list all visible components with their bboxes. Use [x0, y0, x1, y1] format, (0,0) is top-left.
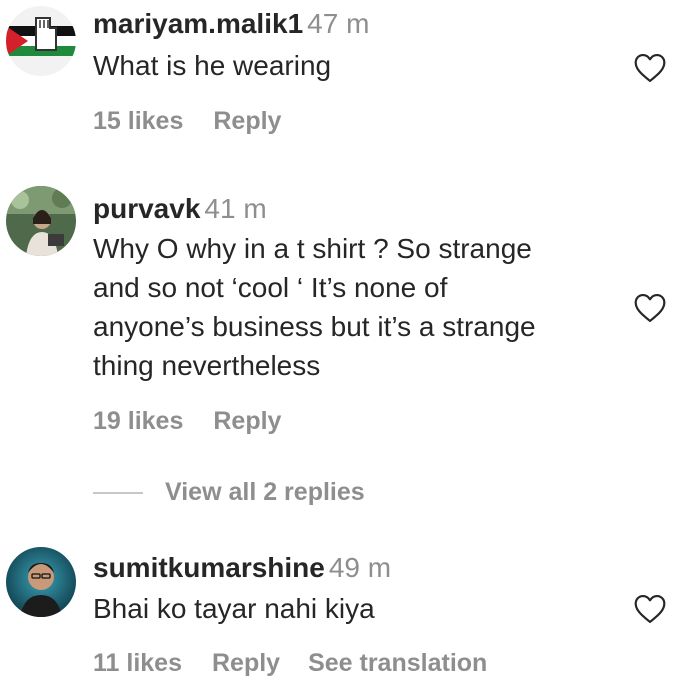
comment-header: sumitkumarshine 49 m — [93, 551, 391, 585]
timestamp: 41 m — [204, 193, 267, 224]
comment-text: Bhai ko tayar nahi kiya — [93, 589, 613, 628]
reply-button[interactable]: Reply — [213, 406, 281, 436]
comment-header: mariyam.malik1 47 m — [93, 7, 369, 41]
avatar[interactable] — [6, 186, 76, 256]
comment-actions: 15 likes Reply — [93, 106, 281, 136]
comment-line: Why O why in a t shirt ? So strange — [93, 233, 532, 264]
heart-outline-icon[interactable] — [633, 53, 667, 83]
likes-count[interactable]: 11 likes — [93, 648, 182, 678]
username[interactable]: mariyam.malik1 — [93, 8, 303, 39]
replies-divider — [93, 491, 143, 494]
heart-outline-icon[interactable] — [633, 594, 667, 624]
reply-button[interactable]: Reply — [212, 648, 280, 678]
comment-line: What is he wearing — [93, 50, 332, 81]
timestamp: 47 m — [307, 8, 370, 39]
avatar[interactable] — [6, 547, 76, 617]
person-photo-icon — [6, 186, 76, 256]
comment-text: Why O why in a t shirt ? So strange and … — [93, 229, 613, 385]
palestine-flag-fist-icon — [6, 6, 76, 76]
heart-outline-icon[interactable] — [633, 293, 667, 323]
comment-line: Bhai ko tayar nahi kiya — [93, 593, 375, 624]
comment-line: and so not ‘cool ‘ It’s none of — [93, 272, 448, 303]
timestamp: 49 m — [328, 552, 392, 583]
comment-actions: 19 likes Reply — [93, 406, 281, 436]
comment-header: purvavk 41 m — [93, 192, 267, 226]
comment-line: anyone’s business but it’s a strange — [93, 311, 536, 342]
person-photo-icon — [6, 547, 76, 617]
likes-count[interactable]: 19 likes — [93, 406, 183, 436]
username[interactable]: purvavk — [93, 193, 200, 224]
username[interactable]: sumitkumarshine — [93, 552, 325, 583]
avatar[interactable] — [6, 6, 76, 76]
see-translation-button[interactable]: See translation — [308, 648, 487, 678]
comment-text: What is he wearing — [93, 46, 613, 85]
likes-count[interactable]: 15 likes — [93, 106, 183, 136]
comment-actions: 11 likes Reply See translation — [93, 648, 487, 678]
view-replies[interactable]: View all 2 replies — [93, 478, 365, 512]
comment-line: thing nevertheless — [93, 350, 321, 381]
view-replies-button[interactable]: View all 2 replies — [165, 478, 365, 506]
reply-button[interactable]: Reply — [213, 106, 281, 136]
